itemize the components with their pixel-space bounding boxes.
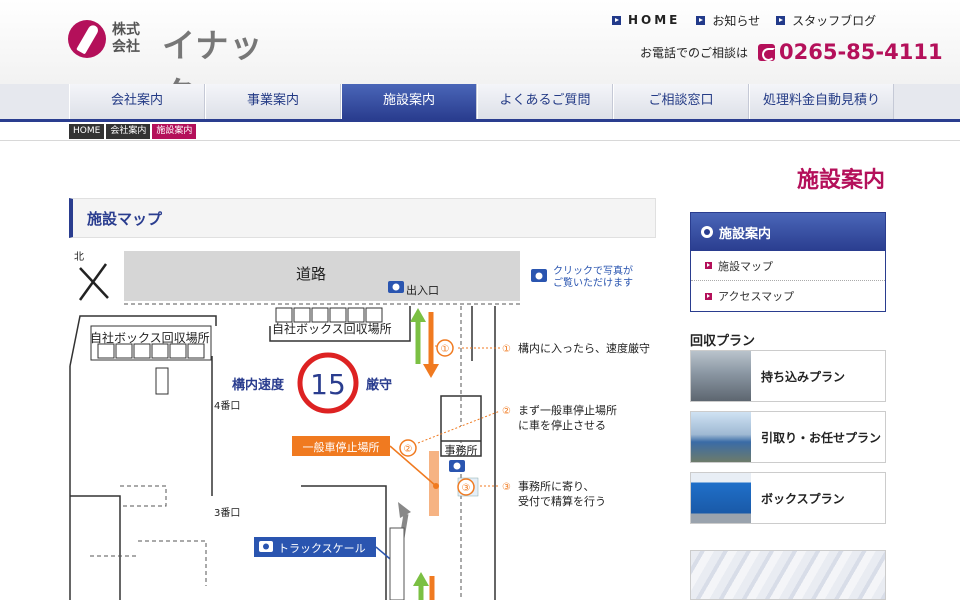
plan-label: ボックスプラン <box>761 491 845 506</box>
breadcrumb-home[interactable]: HOME <box>69 124 105 139</box>
home-link-label: HOME <box>628 13 681 27</box>
stop-area-label: 一般車停止場所 <box>292 436 439 489</box>
phone-label: お電話でのご相談は <box>640 45 749 60</box>
stop-area-text: 一般車停止場所 <box>303 440 380 454</box>
step-3-text-1: 事務所に寄り、 <box>518 479 595 493</box>
sidebar-menu-header: 施設案内 <box>691 213 885 251</box>
gate-4-label: 4番口 <box>214 400 240 412</box>
staff-blog-link[interactable]: スタッフブログ <box>776 12 876 28</box>
news-link[interactable]: お知らせ <box>696 12 760 28</box>
arrow-bullet-icon <box>705 292 712 300</box>
step-2-text-1: まず一般車停止場所 <box>518 403 617 417</box>
site-header: 株式会社 イナック HOME お知らせ スタッフブログ お電話でのご相談は 02… <box>0 0 960 113</box>
speed-label-right: 厳守 <box>366 377 392 393</box>
phone-contact: お電話でのご相談は 0265-85-4111 <box>640 40 943 64</box>
box-collection-area-2: 自社ボックス回収場所 <box>272 307 392 336</box>
plan-label: 引取り・お任せプラン <box>761 430 882 445</box>
north-label: 北 <box>74 251 84 263</box>
nav-faq[interactable]: よくあるご質問 <box>477 84 613 119</box>
news-link-label: お知らせ <box>712 13 761 28</box>
section-heading: 施設マップ <box>69 198 656 238</box>
speed-value: 15 <box>310 368 346 401</box>
phone-icon <box>758 43 776 61</box>
phone-number[interactable]: 0265-85-4111 <box>779 40 943 64</box>
sidebar-banner[interactable] <box>690 550 886 600</box>
box-area-label-2: 自社ボックス回収場所 <box>272 321 392 336</box>
gate-3-label: 3番口 <box>214 507 240 519</box>
click-note-line2: ご覧いただけます <box>553 276 633 289</box>
truck-scale-platform <box>389 527 405 600</box>
step-2-marker: ② <box>404 444 413 455</box>
arrow-bullet-icon <box>776 15 786 25</box>
plan-pickup[interactable]: 引取り・お任せプラン <box>690 411 886 463</box>
top-links: HOME お知らせ スタッフブログ <box>612 12 892 28</box>
plan-heading: 回収プラン <box>690 334 756 349</box>
nav-consult[interactable]: ご相談窓口 <box>613 84 749 119</box>
truck-scale-label: トラックスケール <box>278 542 366 555</box>
step-instructions: ① 構内に入ったら、速度厳守 ② まず一般車停止場所 に車を停止させる ③ 事務… <box>502 341 650 508</box>
plan-box[interactable]: ボックスプラン <box>690 472 886 524</box>
section-title: 施設マップ <box>87 210 163 228</box>
step-3-text-2: 受付で精算を行う <box>518 494 606 508</box>
click-note: クリックで写真が ご覧いただけます <box>531 264 633 289</box>
sidebar-menu: 施設案内 施設マップ アクセスマップ <box>690 212 886 312</box>
breadcrumb-current: 施設案内 <box>152 124 197 139</box>
click-note-line1: クリックで写真が <box>553 264 633 277</box>
truck-scale-button[interactable]: トラックスケール <box>254 537 403 570</box>
step-2-num: ② <box>502 406 511 417</box>
plan-label: 持ち込みプラン <box>761 369 846 384</box>
logo-mark-icon <box>68 20 106 58</box>
box-area-label-1: 自社ボックス回収場所 <box>90 330 210 345</box>
north-indicator: 北 <box>74 251 109 301</box>
sidebar-menu-title: 施設案内 <box>719 226 772 242</box>
global-nav: 会社案内 事業案内 施設案内 よくあるご質問 ご相談窓口 処理料金自動見積り <box>0 84 960 122</box>
arrow-bullet-icon <box>705 262 712 269</box>
plan-carry-in[interactable]: 持ち込みプラン <box>690 350 886 402</box>
breadcrumb: HOME 会社案内 施設案内 <box>69 124 197 139</box>
arrow-bullet-icon <box>696 15 706 25</box>
road-label: 道路 <box>296 265 326 283</box>
sidebar-item-label: アクセスマップ <box>718 290 795 303</box>
breadcrumb-company[interactable]: 会社案内 <box>106 124 151 139</box>
staff-blog-link-label: スタッフブログ <box>792 13 877 28</box>
step-3-num: ③ <box>502 482 511 493</box>
nav-facility[interactable]: 施設案内 <box>341 84 477 119</box>
logo-small-text: 株式 会社 <box>112 22 140 55</box>
sidebar-item-facility-map[interactable]: 施設マップ <box>691 251 885 281</box>
sidebar-item-label: 施設マップ <box>718 259 773 273</box>
office-label: 事務所 <box>445 443 478 457</box>
plan-photo-carry-in <box>691 351 751 401</box>
sidebar-item-access-map[interactable]: アクセスマップ <box>691 281 885 311</box>
speed-label-left: 構内速度 <box>232 377 285 393</box>
box-collection-area-1: 自社ボックス回収場所 <box>90 325 212 361</box>
nav-company[interactable]: 会社案内 <box>69 84 205 119</box>
facility-map: 北 道路 出入口 クリックで写真が ご覧いただけます 自社ボックス回収場所 自社… <box>69 251 650 600</box>
step-1-text: 構内に入ったら、速度厳守 <box>518 341 650 355</box>
nav-business[interactable]: 事業案内 <box>205 84 341 119</box>
plan-photo-box <box>691 473 751 523</box>
arrow-bullet-icon <box>612 15 621 25</box>
step-2-text-2: に車を停止させる <box>518 418 606 432</box>
step-1-num: ① <box>502 344 511 355</box>
step-3-marker: ③ <box>462 483 471 494</box>
home-link[interactable]: HOME <box>612 12 680 28</box>
gate-post <box>155 367 169 395</box>
divider <box>0 140 960 141</box>
step-1-marker: ① <box>441 344 450 355</box>
entrance-label: 出入口 <box>406 283 439 297</box>
circle-bullet-icon <box>701 226 713 238</box>
plan-photo-pickup <box>691 412 751 462</box>
page-title: 施設案内 <box>796 168 885 193</box>
nav-estimate[interactable]: 処理料金自動見積り <box>749 84 894 119</box>
speed-limit-sign: 構内速度 15 厳守 <box>232 352 392 414</box>
company-logo[interactable]: 株式会社 イナック <box>68 18 268 113</box>
